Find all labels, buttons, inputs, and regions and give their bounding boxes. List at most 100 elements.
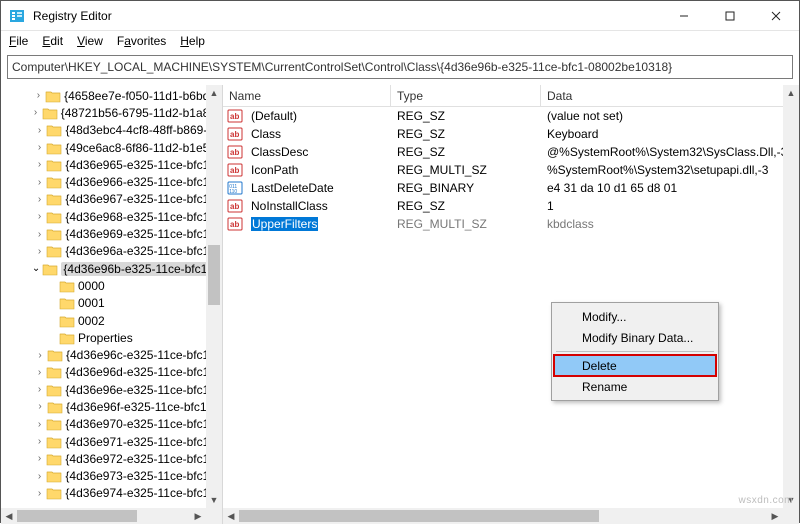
- chevron-icon[interactable]: ›: [33, 350, 47, 361]
- tree-item[interactable]: › {48d3ebc4-4cf8-48ff-b869-9c: [1, 122, 222, 139]
- col-header-type[interactable]: Type: [391, 85, 541, 106]
- value-row[interactable]: abNoInstallClassREG_SZ1: [223, 197, 799, 215]
- reg-string-icon: ab: [227, 216, 243, 232]
- menu-help[interactable]: Help: [180, 34, 205, 48]
- minimize-button[interactable]: [661, 1, 707, 31]
- list-vertical-scrollbar[interactable]: ▲ ▼: [783, 85, 799, 524]
- close-button[interactable]: [753, 1, 799, 31]
- value-type: REG_SZ: [391, 145, 541, 159]
- tree-item[interactable]: ›{4d36e96a-e325-11ce-bfc1-0: [1, 243, 222, 260]
- hscroll-thumb[interactable]: [17, 510, 137, 522]
- tree-pane[interactable]: › {4658ee7e-f050-11d1-b6bd-0›{48721b56-67…: [1, 85, 223, 524]
- svg-text:ab: ab: [230, 202, 239, 211]
- tree-item[interactable]: › {4d36e965-e325-11ce-bfc1-0: [1, 156, 222, 173]
- menu-favorites[interactable]: Favorites: [117, 34, 166, 48]
- chevron-icon[interactable]: ›: [33, 194, 47, 205]
- context-menu: Modify... Modify Binary Data... Delete R…: [551, 302, 719, 401]
- chevron-icon[interactable]: ›: [33, 471, 47, 482]
- tree-item[interactable]: ›{4d36e96c-e325-11ce-bfc1-0: [1, 346, 222, 363]
- value-name: Class: [245, 127, 391, 141]
- tree-item[interactable]: ›{49ce6ac8-6f86-11d2-b1e5-0: [1, 139, 222, 156]
- tree-item[interactable]: ›{4d36e96e-e325-11ce-bfc1-0: [1, 381, 222, 398]
- chevron-icon[interactable]: ›: [33, 246, 47, 257]
- chevron-icon[interactable]: ›: [29, 107, 41, 118]
- value-row[interactable]: abUpperFiltersREG_MULTI_SZkbdclass: [223, 215, 799, 233]
- value-row[interactable]: 011110LastDeleteDateREG_BINARYe4 31 da 1…: [223, 179, 799, 197]
- chevron-icon[interactable]: ›: [33, 401, 47, 412]
- chevron-icon[interactable]: ›: [33, 159, 47, 170]
- tree-item[interactable]: Properties: [1, 329, 222, 346]
- chevron-icon[interactable]: ›: [33, 419, 47, 430]
- tree-vertical-scrollbar[interactable]: ▲▼: [206, 85, 222, 524]
- chevron-icon[interactable]: ›: [33, 488, 47, 499]
- tree-item[interactable]: ›{4d36e96d-e325-11ce-bfc1-0: [1, 364, 222, 381]
- svg-text:ab: ab: [230, 130, 239, 139]
- menu-item-rename[interactable]: Rename: [554, 376, 716, 397]
- chevron-icon[interactable]: ›: [33, 211, 47, 222]
- list-horizontal-scrollbar[interactable]: ◀ ▶: [223, 508, 783, 524]
- menu-separator: [556, 351, 714, 352]
- tree-item-label: {4d36e965-e325-11ce-bfc1-0: [65, 158, 220, 172]
- maximize-button[interactable]: [707, 1, 753, 31]
- chevron-icon[interactable]: ›: [33, 453, 47, 464]
- tree-item[interactable]: › {4658ee7e-f050-11d1-b6bd-0: [1, 87, 222, 104]
- value-row[interactable]: abClassDescREG_SZ@%SystemRoot%\System32\…: [223, 143, 799, 161]
- value-row[interactable]: ab(Default)REG_SZ(value not set): [223, 107, 799, 125]
- tree-horizontal-scrollbar[interactable]: ◀▶: [1, 508, 206, 524]
- chevron-icon[interactable]: ›: [33, 142, 47, 153]
- scroll-up-icon[interactable]: ▲: [783, 85, 799, 101]
- chevron-icon[interactable]: ›: [33, 125, 47, 136]
- scroll-up-icon[interactable]: ▲: [206, 85, 222, 101]
- chevron-icon[interactable]: ›: [33, 367, 47, 378]
- tree-item[interactable]: ›{4d36e967-e325-11ce-bfc1-0: [1, 191, 222, 208]
- tree-item-label: {4658ee7e-f050-11d1-b6bd-0: [64, 89, 220, 103]
- value-name: UpperFilters: [245, 217, 391, 231]
- chevron-icon[interactable]: ›: [33, 436, 47, 447]
- address-bar[interactable]: Computer\HKEY_LOCAL_MACHINE\SYSTEM\Curre…: [7, 55, 793, 79]
- vscroll-thumb[interactable]: [208, 245, 220, 305]
- menu-item-delete[interactable]: Delete: [554, 355, 716, 376]
- chevron-icon[interactable]: ›: [33, 177, 47, 188]
- menu-file[interactable]: FFileile: [9, 34, 28, 48]
- svg-text:ab: ab: [230, 112, 239, 121]
- tree-item[interactable]: ›{4d36e966-e325-11ce-bfc1-0: [1, 173, 222, 190]
- tree-item[interactable]: ›{4d36e970-e325-11ce-bfc1-0: [1, 416, 222, 433]
- tree-item[interactable]: ›{4d36e969-e325-11ce-bfc1-0: [1, 225, 222, 242]
- reg-string-icon: ab: [227, 144, 243, 160]
- tree-item[interactable]: ›{4d36e973-e325-11ce-bfc1-0: [1, 468, 222, 485]
- values-pane[interactable]: Name Type Data ab(Default)REG_SZ(value n…: [223, 85, 799, 524]
- scroll-left-icon[interactable]: ◀: [1, 508, 17, 524]
- scroll-down-icon[interactable]: ▼: [206, 492, 222, 508]
- chevron-icon[interactable]: ›: [33, 384, 47, 395]
- hscroll-thumb[interactable]: [239, 510, 599, 522]
- tree-item[interactable]: 0002: [1, 312, 222, 329]
- svg-text:ab: ab: [230, 220, 239, 229]
- tree-item[interactable]: ›{48721b56-6795-11d2-b1a8-0: [1, 104, 222, 121]
- col-header-name[interactable]: Name: [223, 85, 391, 106]
- value-row[interactable]: abIconPathREG_MULTI_SZ%SystemRoot%\Syste…: [223, 161, 799, 179]
- tree-item[interactable]: ›{4d36e971-e325-11ce-bfc1-0: [1, 433, 222, 450]
- tree-item[interactable]: ›{4d36e968-e325-11ce-bfc1-0: [1, 208, 222, 225]
- chevron-icon[interactable]: ⌄: [30, 263, 43, 274]
- tree-item[interactable]: ›{4d36e972-e325-11ce-bfc1-0: [1, 450, 222, 467]
- scroll-right-icon[interactable]: ▶: [190, 508, 206, 524]
- tree-item[interactable]: 0000: [1, 277, 222, 294]
- menu-item-modify-binary[interactable]: Modify Binary Data...: [554, 327, 716, 348]
- menu-view[interactable]: View: [77, 34, 103, 48]
- reg-string-icon: ab: [227, 162, 243, 178]
- menu-item-modify[interactable]: Modify...: [554, 306, 716, 327]
- chevron-icon[interactable]: ›: [32, 90, 45, 101]
- chevron-icon[interactable]: ›: [33, 229, 47, 240]
- tree-item[interactable]: ⌄{4d36e96b-e325-11ce-bfc1-0: [1, 260, 222, 277]
- tree-item[interactable]: 0001: [1, 295, 222, 312]
- tree-item-label: {48d3ebc4-4cf8-48ff-b869-9c: [65, 123, 220, 137]
- menu-edit[interactable]: Edit: [42, 34, 63, 48]
- col-header-data[interactable]: Data: [541, 85, 799, 106]
- tree-item[interactable]: ›{4d36e96f-e325-11ce-bfc1-0: [1, 398, 222, 415]
- value-row[interactable]: abClassREG_SZKeyboard: [223, 125, 799, 143]
- value-type: REG_MULTI_SZ: [391, 217, 541, 231]
- scroll-left-icon[interactable]: ◀: [223, 508, 239, 524]
- tree-item-label: 0002: [78, 314, 105, 328]
- tree-item[interactable]: ›{4d36e974-e325-11ce-bfc1-0: [1, 485, 222, 502]
- scroll-right-icon[interactable]: ▶: [767, 508, 783, 524]
